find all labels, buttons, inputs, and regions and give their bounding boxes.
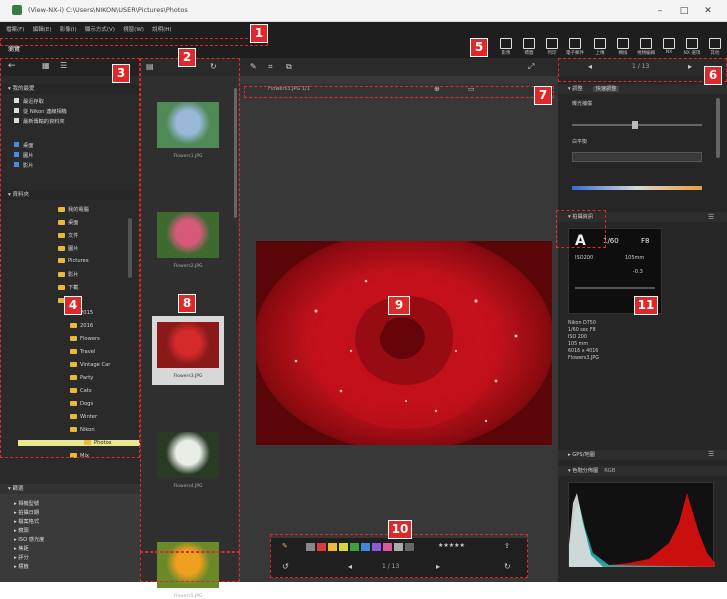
aperture: F8 bbox=[641, 237, 650, 245]
filter-panel: ▾ 篩選 ▸ 相機型號 ▸ 拍攝日期 ▸ 檔案格式 ▸ 鏡頭 ▸ ISO 感光度 ▸ 焦距… bbox=[0, 484, 148, 582]
marker-10: 10 bbox=[388, 520, 412, 539]
map-header[interactable]: ▸ GPS/地圖 bbox=[558, 450, 727, 460]
marker-11: 11 bbox=[634, 296, 658, 315]
fullscreen-icon[interactable]: ⤢ bbox=[528, 62, 534, 72]
viewer-toolbar: ✎ ⌗ ⧉ ⤢ bbox=[238, 58, 558, 76]
convert-icon bbox=[617, 38, 629, 49]
menu-view[interactable]: 顯示方式(V) bbox=[85, 25, 115, 33]
region-4-outline bbox=[0, 58, 140, 458]
marker-7: 7 bbox=[534, 86, 552, 105]
toolbar-image-button[interactable]: 影像 bbox=[496, 37, 516, 57]
options-icon bbox=[686, 38, 698, 49]
exposure-scale bbox=[575, 287, 655, 289]
toolbar-more-button[interactable]: 其他 bbox=[705, 37, 725, 57]
adjust-scrollbar[interactable] bbox=[716, 98, 720, 158]
app-icon bbox=[12, 5, 22, 15]
image-viewer: ✎ ⌗ ⧉ ⤢ Flowers3.JPG 1/1 ⊕ ▭ ✎ ★★★★★ ⇪ ↺… bbox=[238, 58, 558, 582]
thumbnail-label: Flowers5.JPG bbox=[173, 594, 203, 599]
filter-item[interactable]: ▸ 評分 bbox=[14, 554, 29, 561]
window-title: (View-NX-i) C:\Users\NIKON\USER\Pictures… bbox=[28, 6, 188, 14]
filter-header[interactable]: ▾ 篩選 bbox=[0, 484, 148, 494]
marker-4: 4 bbox=[64, 296, 82, 315]
marker-5: 5 bbox=[470, 38, 488, 57]
title-bar: (View-NX-i) C:\Users\NIKON\USER\Pictures… bbox=[0, 0, 727, 22]
image-icon bbox=[500, 38, 512, 49]
region-10-outline bbox=[270, 534, 528, 578]
filter-item[interactable]: ▸ 標籤 bbox=[14, 563, 29, 570]
region-7-outline bbox=[244, 86, 554, 98]
info-line: 105 mm bbox=[568, 342, 589, 347]
exposure-label: 曝光補償 bbox=[572, 101, 593, 107]
filter-item[interactable]: ▸ 檔案格式 bbox=[14, 518, 39, 525]
toolbar-mail-button[interactable]: 電子郵件 bbox=[565, 37, 585, 57]
ev-compensation: -0.3 bbox=[633, 269, 643, 275]
wb-dropdown[interactable] bbox=[572, 152, 702, 162]
toolbar-upload-button[interactable]: 上傳 bbox=[590, 37, 610, 57]
region-2-outline bbox=[0, 38, 268, 46]
filter-item[interactable]: ▸ 相機型號 bbox=[14, 500, 39, 507]
info-line: 6016 x 4016 bbox=[568, 349, 599, 354]
filter-item[interactable]: ▸ 焦距 bbox=[14, 545, 29, 552]
marker-6: 6 bbox=[704, 66, 722, 85]
marker-3: 3 bbox=[112, 64, 130, 83]
edit-icon[interactable]: ✎ bbox=[250, 62, 257, 71]
toolbar-nx-button[interactable]: NX bbox=[659, 37, 679, 57]
nx-icon bbox=[663, 38, 675, 49]
info-line: 1/60 sec F8 bbox=[568, 328, 596, 333]
rose-image bbox=[256, 241, 552, 445]
marker-9: 9 bbox=[388, 296, 410, 315]
filter-item[interactable]: ▸ ISO 感光度 bbox=[14, 536, 44, 543]
marker-1: 1 bbox=[250, 24, 268, 43]
menu-bar: 檔案(F) 編輯(E) 影像(I) 顯示方式(V) 視窗(W) 說明(H) bbox=[0, 22, 727, 36]
info-text: Nikon D750 1/60 sec F8 ISO 200 105 mm 6016 x… bbox=[568, 320, 599, 362]
region-6-outline bbox=[558, 58, 727, 82]
maximize-button[interactable]: □ bbox=[676, 4, 692, 18]
close-button[interactable]: ✕ bbox=[700, 4, 716, 18]
tag-icon bbox=[523, 38, 535, 49]
histogram-channel[interactable]: RGB bbox=[604, 468, 615, 474]
print-icon bbox=[546, 38, 558, 49]
toolbar-options-button[interactable]: NX 選項 bbox=[682, 37, 702, 57]
menu-edit[interactable]: 編輯(E) bbox=[33, 25, 52, 33]
exposure-slider[interactable] bbox=[572, 121, 702, 129]
focal-length: 105mm bbox=[625, 255, 645, 261]
menu-image[interactable]: 影像(I) bbox=[60, 25, 77, 33]
iso-value: ISO200 bbox=[575, 255, 594, 261]
mail-icon bbox=[569, 38, 581, 49]
adjust-tab[interactable]: 快速調整 bbox=[592, 86, 620, 92]
histogram bbox=[568, 482, 715, 567]
right-panel: ◂ 1 / 13 ▸ ▾ 調整 快速調整 曝光補償 白平衡 ▾ 拍攝資訊 A 1/… bbox=[558, 58, 727, 582]
filter-item[interactable]: ▸ 鏡頭 bbox=[14, 527, 29, 534]
toolbar-print-button[interactable]: 列印 bbox=[542, 37, 562, 57]
exposure-slider-thumb[interactable] bbox=[632, 121, 638, 129]
toolbar-movie-button[interactable]: 視頻編輯 bbox=[636, 37, 656, 57]
more-icon bbox=[709, 38, 721, 49]
filter-item[interactable]: ▸ 拍攝日期 bbox=[14, 509, 39, 516]
menu-window[interactable]: 視窗(W) bbox=[123, 25, 144, 33]
toolbar-convert-button[interactable]: 轉換 bbox=[613, 37, 633, 57]
wb-label: 白平衡 bbox=[572, 139, 588, 145]
upload-icon bbox=[594, 38, 606, 49]
adjust-header[interactable]: ▾ 調整 快速調整 bbox=[558, 84, 727, 94]
info-line: Flowers3.JPG bbox=[568, 356, 599, 361]
menu-file[interactable]: 檔案(F) bbox=[6, 25, 24, 33]
info-menu-icon[interactable]: ☰ bbox=[708, 213, 714, 221]
histogram-graph bbox=[569, 493, 715, 567]
movie-icon bbox=[640, 38, 652, 49]
menu-help[interactable]: 說明(H) bbox=[152, 25, 171, 33]
map-menu-icon[interactable]: ☰ bbox=[708, 450, 714, 458]
region-8b-outline bbox=[140, 552, 240, 582]
wb-slider[interactable] bbox=[572, 186, 702, 190]
marker-2: 2 bbox=[178, 48, 196, 67]
marker-8: 8 bbox=[178, 294, 196, 313]
main-photo[interactable] bbox=[256, 241, 552, 445]
toolbar-tag-button[interactable]: 標籤 bbox=[519, 37, 539, 57]
compare-icon[interactable]: ⧉ bbox=[286, 62, 292, 72]
region-11-outline bbox=[556, 210, 606, 248]
info-line: ISO 200 bbox=[568, 335, 587, 340]
minimize-button[interactable]: – bbox=[652, 4, 668, 18]
histogram-header[interactable]: ▾ 色階分佈圖 RGB bbox=[558, 466, 727, 476]
crop-icon[interactable]: ⌗ bbox=[268, 62, 273, 72]
info-line: Nikon D750 bbox=[568, 321, 596, 326]
